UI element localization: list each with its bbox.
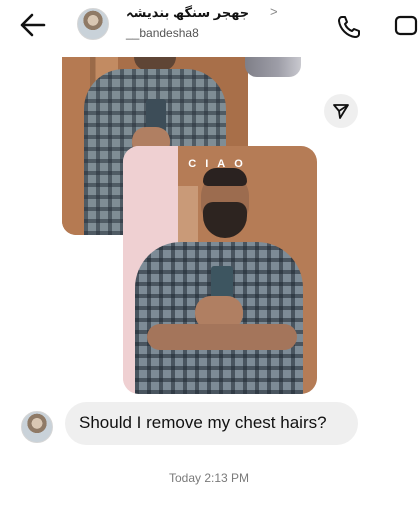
contact-name[interactable]: جھجر سنگھ بندیشہ — [126, 5, 249, 21]
contact-handle[interactable]: __bandesha8 — [126, 26, 199, 40]
contact-avatar[interactable] — [77, 8, 109, 40]
photo-figure-hair — [203, 168, 247, 186]
message-text: Should I remove my chest hairs? — [79, 413, 327, 432]
message-timestamp: Today 2:13 PM — [168, 471, 250, 485]
photo-figure-beard — [203, 202, 247, 238]
chevron-right-icon[interactable]: > — [270, 4, 278, 19]
video-call-icon[interactable] — [394, 13, 418, 37]
share-button[interactable] — [324, 94, 358, 128]
send-icon — [333, 104, 349, 119]
back-arrow-icon[interactable] — [18, 12, 46, 38]
chat-header: جھجر سنگھ بندیشہ > __bandesha8 — [0, 0, 418, 52]
phone-icon[interactable] — [336, 14, 362, 40]
photo-caption: CIAO — [188, 158, 252, 170]
message-bubble[interactable]: Should I remove my chest hairs? — [65, 402, 358, 445]
photo-figure-arm — [147, 324, 297, 350]
message-sender-avatar[interactable] — [21, 411, 53, 443]
shared-photo-edge[interactable] — [245, 57, 301, 77]
shared-photo-front[interactable]: CIAO — [123, 146, 317, 394]
